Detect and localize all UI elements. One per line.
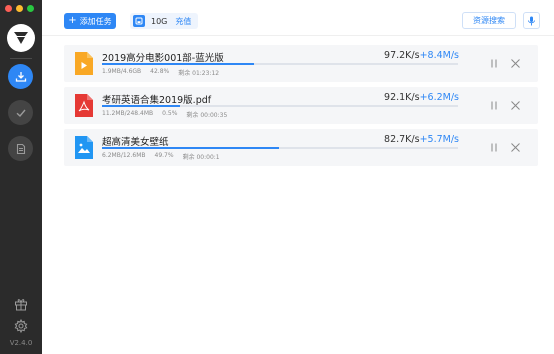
task-name: 2019高分电影001部-蓝光版: [102, 53, 224, 64]
sidebar-divider: [10, 58, 32, 59]
download-icon: [15, 71, 26, 82]
task-row[interactable]: 考研英语合集2019版.pdf 92.1K/s+6.2M/s 11.2MB/24…: [64, 87, 538, 124]
disk-quota: 10G 充值: [130, 13, 198, 29]
delete-task-button[interactable]: [509, 99, 521, 111]
microphone-icon: [528, 16, 535, 25]
main-panel: + 添加任务 10G 充值 资源搜索 2019高分电影001部-蓝光版 97.2…: [42, 0, 554, 354]
close-icon: [510, 142, 520, 152]
task-remaining: 剩余 00:00:1: [182, 154, 220, 161]
close-icon: [510, 100, 520, 110]
task-meta: 11.2MB/248.4MB 0.5% 剩余 00:00:35: [102, 110, 227, 119]
file-list-icon: [16, 143, 25, 154]
upload-speed: +6.2M/s: [419, 92, 459, 103]
download-speed: 92.1K/s: [384, 92, 420, 103]
task-size: 6.2MB/12.6MB: [102, 152, 146, 159]
disk-icon: [133, 15, 145, 27]
voice-search-button[interactable]: [523, 12, 540, 29]
gift-icon[interactable]: [13, 296, 29, 312]
sidebar: V2.4.0: [0, 0, 42, 354]
plus-icon: +: [68, 15, 77, 26]
sidebar-item-downloading[interactable]: [8, 64, 33, 89]
download-speed: 97.2K/s: [384, 50, 420, 61]
toolbar: + 添加任务 10G 充值 资源搜索: [42, 0, 554, 36]
image-file-icon: [75, 136, 93, 159]
task-meta: 1.9MB/4.6GB 42.8% 剩余 01:23:12: [102, 68, 219, 77]
task-speed: 82.7K/s+5.7M/s: [384, 134, 459, 145]
task-percent: 42.8%: [150, 68, 170, 75]
pause-icon: [491, 101, 497, 109]
brand-logo-icon: [7, 24, 35, 52]
task-size: 1.9MB/4.6GB: [102, 68, 142, 75]
task-name: 考研英语合集2019版.pdf: [102, 95, 212, 106]
window-close-button[interactable]: [5, 5, 12, 12]
pause-button[interactable]: [488, 99, 500, 111]
task-remaining: 剩余 01:23:12: [178, 70, 220, 77]
sidebar-item-completed[interactable]: [8, 100, 33, 125]
pause-icon: [491, 143, 497, 151]
task-row[interactable]: 超高清美女壁纸 82.7K/s+5.7M/s 6.2MB/12.6MB 49.7…: [64, 129, 538, 166]
task-percent: 49.7%: [154, 152, 174, 159]
progress-fill: [102, 63, 255, 65]
progress-bar: [102, 63, 458, 65]
progress-bar: [102, 147, 458, 149]
add-task-button[interactable]: + 添加任务: [64, 13, 116, 29]
task-row[interactable]: 2019高分电影001部-蓝光版 97.2K/s+8.4M/s 1.9MB/4.…: [64, 45, 538, 82]
add-task-label: 添加任务: [79, 16, 112, 26]
task-remaining: 剩余 00:00:35: [186, 112, 228, 119]
sidebar-item-files[interactable]: [8, 136, 33, 161]
progress-fill: [102, 105, 181, 107]
pause-icon: [491, 59, 497, 67]
check-icon: [16, 109, 26, 117]
task-meta: 6.2MB/12.6MB 49.7% 剩余 00:00:1: [102, 152, 220, 161]
app-version: V2.4.0: [9, 339, 33, 347]
progress-fill: [102, 147, 279, 149]
pdf-file-icon: [75, 94, 93, 117]
download-speed: 82.7K/s: [384, 134, 420, 145]
delete-task-button[interactable]: [509, 141, 521, 153]
task-percent: 0.5%: [162, 110, 178, 117]
close-icon: [510, 58, 520, 68]
delete-task-button[interactable]: [509, 57, 521, 69]
resource-search-button[interactable]: 资源搜索: [462, 12, 516, 29]
upload-speed: +8.4M/s: [419, 50, 459, 61]
pause-button[interactable]: [488, 141, 500, 153]
video-file-icon: [75, 52, 93, 75]
task-name: 超高清美女壁纸: [102, 137, 169, 148]
gear-icon[interactable]: [13, 318, 29, 334]
recharge-link[interactable]: 充值: [175, 16, 191, 27]
task-size: 11.2MB/248.4MB: [102, 110, 154, 117]
window-minimize-button[interactable]: [16, 5, 23, 12]
window-maximize-button[interactable]: [27, 5, 34, 12]
task-speed: 97.2K/s+8.4M/s: [384, 50, 459, 61]
pause-button[interactable]: [488, 57, 500, 69]
upload-speed: +5.7M/s: [419, 134, 459, 145]
progress-bar: [102, 105, 458, 107]
task-speed: 92.1K/s+6.2M/s: [384, 92, 459, 103]
disk-size: 10G: [151, 16, 168, 26]
